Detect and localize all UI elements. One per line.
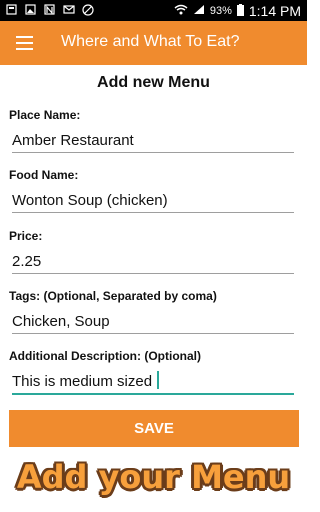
tags-label: Tags: (Optional, Separated by coma) [9,289,217,303]
place-name-label: Place Name: [9,108,81,122]
form-title: Add new Menu [97,74,210,91]
n-app-icon [43,3,56,16]
battery-percent: 93% [209,5,232,17]
app-title: Where and What To Eat? [61,33,240,50]
blocked-icon [81,3,94,16]
description-input[interactable] [12,369,294,395]
price-input[interactable] [12,249,294,274]
image-icon [24,3,37,16]
place-name-input[interactable] [12,128,294,153]
status-time: 1:14 PM [248,3,301,19]
hamburger-menu-icon[interactable] [16,36,33,50]
price-label: Price: [9,229,43,243]
description-label: Additional Description: (Optional) [9,349,201,363]
signal-icon [193,4,205,18]
food-name-input[interactable] [12,188,294,213]
wifi-icon [174,4,188,18]
text-cursor [157,371,159,389]
mail-icon [62,3,75,16]
notification-icon [5,3,18,16]
save-button[interactable]: SAVE [9,410,299,447]
battery-icon [236,3,244,19]
tags-input[interactable] [12,309,294,334]
status-left-icons [5,3,94,16]
status-right: 93% 1:14 PM [174,3,301,19]
add-your-menu-banner: Add your Menu [16,458,291,496]
app-bar: Where and What To Eat? [0,21,307,65]
food-name-label: Food Name: [9,168,79,182]
status-bar: 93% 1:14 PM [0,0,307,21]
